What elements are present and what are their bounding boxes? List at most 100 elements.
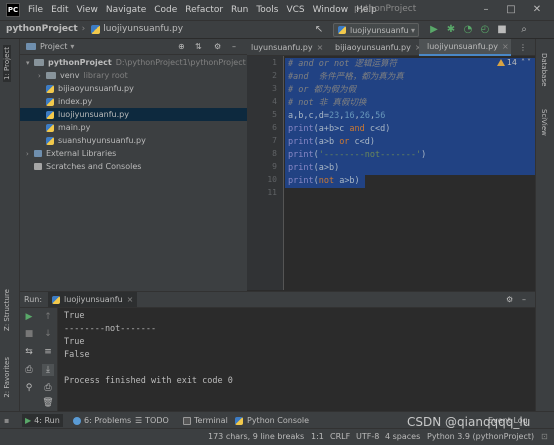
menu-navigate[interactable]: Navigate bbox=[106, 5, 146, 15]
editor-tab[interactable]: luyunsuanfu.py × bbox=[247, 39, 327, 56]
print-icon[interactable]: ⎙ bbox=[42, 382, 54, 394]
menu-vcs[interactable]: VCS bbox=[286, 5, 304, 15]
status-encoding[interactable]: UTF-8 bbox=[356, 432, 379, 441]
profile-icon[interactable]: ◴ bbox=[479, 24, 491, 36]
tab-overflow-menu-icon[interactable]: ⋮ bbox=[515, 39, 533, 56]
code-line-5: a,b,c,d=23,16,26,56 bbox=[288, 110, 385, 123]
stop-icon[interactable]: ■ bbox=[23, 328, 35, 340]
python-file-icon bbox=[338, 26, 346, 34]
tree-item-file[interactable]: bijiaoyunsuanfu.py bbox=[20, 82, 247, 95]
tree-item-file[interactable]: index.py bbox=[20, 95, 247, 108]
tree-venv-label: venv bbox=[60, 71, 80, 80]
warning-count: 14 bbox=[506, 58, 517, 67]
status-line-separator[interactable]: CRLF bbox=[330, 432, 350, 441]
pycharm-logo-icon: PC bbox=[6, 3, 20, 17]
close-icon[interactable]: × bbox=[502, 42, 509, 51]
menu-edit[interactable]: Edit bbox=[51, 5, 68, 15]
code-token: (a>b) bbox=[313, 163, 340, 173]
menu-view[interactable]: View bbox=[77, 5, 98, 15]
close-icon[interactable]: × bbox=[317, 43, 324, 52]
code-editor[interactable]: # and or not 逻辑运算符 #and 条件严格，都为真为真 # or … bbox=[285, 56, 535, 290]
gear-icon[interactable]: ⚙ bbox=[506, 295, 513, 304]
tab-run[interactable]: ▶ 4: Run bbox=[22, 414, 63, 427]
tab-python-console[interactable]: Python Console bbox=[235, 414, 309, 427]
editor-tab-active[interactable]: luojiyunsuanfu.py × bbox=[419, 39, 511, 56]
breadcrumb-project[interactable]: pythonProject bbox=[6, 24, 78, 34]
gear-icon[interactable]: ⚙ bbox=[214, 42, 221, 51]
code-token: a>b) bbox=[334, 176, 360, 186]
menu-code[interactable]: Code bbox=[154, 5, 177, 15]
close-window-button[interactable]: ✕ bbox=[529, 2, 545, 18]
debug-icon[interactable]: ✱ bbox=[445, 24, 457, 36]
tree-item-external-libraries[interactable]: › External Libraries bbox=[20, 147, 247, 160]
back-arrow-icon[interactable]: ↖ bbox=[313, 24, 325, 36]
trash-icon[interactable]: 🗑 bbox=[42, 397, 54, 409]
status-caret-position[interactable]: 1:1 bbox=[311, 432, 324, 441]
tool-windows-icon[interactable]: ▪ bbox=[4, 414, 9, 427]
locate-icon[interactable]: ⊕ bbox=[178, 42, 185, 51]
run-console[interactable]: True --------not------- True False Proce… bbox=[58, 308, 535, 411]
tree-item-scratches[interactable]: Scratches and Consoles bbox=[20, 160, 247, 173]
hide-panel-icon[interactable]: – bbox=[232, 42, 236, 51]
arrow-down-icon[interactable]: ↓ bbox=[42, 328, 54, 340]
database-tool-tab[interactable]: Database bbox=[540, 53, 548, 86]
scroll-to-end-icon[interactable]: ⤓ bbox=[42, 364, 54, 376]
tree-item-venv[interactable]: › venv library root bbox=[20, 69, 247, 82]
menu-tools[interactable]: Tools bbox=[256, 5, 278, 15]
rerun-icon[interactable]: ▶ bbox=[23, 311, 35, 323]
collapse-all-icon[interactable]: ⇅ bbox=[195, 42, 202, 51]
chevron-right-icon: › bbox=[38, 71, 41, 80]
breadcrumb: pythonProject › luojiyunsuanfu.py bbox=[6, 24, 183, 34]
stop-icon[interactable]: ■ bbox=[496, 24, 508, 36]
pin-icon[interactable]: ⚲ bbox=[23, 382, 35, 394]
structure-tool-tab[interactable]: Z: Structure bbox=[3, 289, 11, 331]
favorites-tool-tab[interactable]: 2: Favorites bbox=[3, 357, 11, 398]
python-file-icon bbox=[46, 110, 54, 119]
inspection-widget[interactable]: 14 ˄ ˅ bbox=[496, 58, 531, 67]
right-tool-strip: Database SciView bbox=[535, 39, 554, 411]
chevron-up-icon[interactable]: ˄ bbox=[521, 58, 525, 67]
status-indent[interactable]: 4 spaces bbox=[385, 432, 420, 441]
python-file-icon bbox=[46, 136, 54, 145]
navigation-bar: pythonProject › luojiyunsuanfu.py ↖ luoj… bbox=[0, 20, 554, 39]
maximize-button[interactable]: □ bbox=[503, 2, 519, 18]
tree-item-file-selected[interactable]: luojiyunsuanfu.py bbox=[20, 108, 247, 121]
run-icon[interactable]: ▶ bbox=[428, 24, 440, 36]
tab-problems[interactable]: 6: Problems bbox=[73, 414, 131, 427]
print-icon[interactable]: ⎙ bbox=[23, 364, 35, 376]
code-line-10: print(not a>b) bbox=[288, 175, 360, 188]
chevron-down-icon[interactable]: ▾ bbox=[70, 42, 74, 51]
tree-item-file[interactable]: main.py bbox=[20, 121, 247, 134]
run-configuration-select[interactable]: luojiyunsuanfu ▾ bbox=[333, 23, 419, 37]
arrow-up-icon[interactable]: ↑ bbox=[42, 311, 54, 323]
line-number: 3 bbox=[272, 84, 277, 93]
editor-tab[interactable]: bijiaoyunsuanfu.py × bbox=[327, 39, 422, 56]
menu-refactor[interactable]: Refactor bbox=[185, 5, 223, 15]
project-panel-title[interactable]: Project bbox=[40, 42, 67, 51]
sciview-tool-tab[interactable]: SciView bbox=[540, 109, 548, 136]
restore-layout-icon[interactable]: ⇆ bbox=[23, 346, 35, 358]
lock-icon[interactable]: ⊡ bbox=[541, 432, 548, 441]
folder-icon bbox=[34, 59, 44, 66]
folder-icon bbox=[26, 43, 36, 50]
breadcrumb-file[interactable]: luojiyunsuanfu.py bbox=[103, 24, 183, 34]
code-token: print bbox=[288, 163, 314, 173]
project-tool-tab[interactable]: 1: Project bbox=[3, 45, 11, 82]
menu-run[interactable]: Run bbox=[231, 5, 248, 15]
code-line-9: print(a>b) bbox=[288, 162, 339, 175]
menu-window[interactable]: Window bbox=[313, 5, 349, 15]
tab-terminal[interactable]: Terminal bbox=[183, 414, 228, 427]
search-icon[interactable]: ⌕ bbox=[518, 24, 530, 36]
tab-todo[interactable]: ☰ TODO bbox=[135, 414, 169, 427]
close-icon[interactable]: × bbox=[127, 295, 134, 304]
minimize-button[interactable]: – bbox=[478, 2, 494, 18]
status-interpreter[interactable]: Python 3.9 (pythonProject) bbox=[427, 432, 534, 441]
menu-file[interactable]: File bbox=[28, 5, 43, 15]
run-tab[interactable]: luojiyunsuanfu × bbox=[48, 292, 138, 307]
coverage-icon[interactable]: ◔ bbox=[462, 24, 474, 36]
hide-panel-icon[interactable]: – bbox=[522, 295, 526, 304]
chevron-down-icon[interactable]: ˅ bbox=[527, 58, 531, 67]
tree-item-file[interactable]: suanshuyunsuanfu.py bbox=[20, 134, 247, 147]
tree-item-root[interactable]: ▾ pythonProject D:\pythonProject1\python… bbox=[20, 56, 247, 69]
soft-wrap-icon[interactable]: ≡ bbox=[42, 346, 54, 358]
